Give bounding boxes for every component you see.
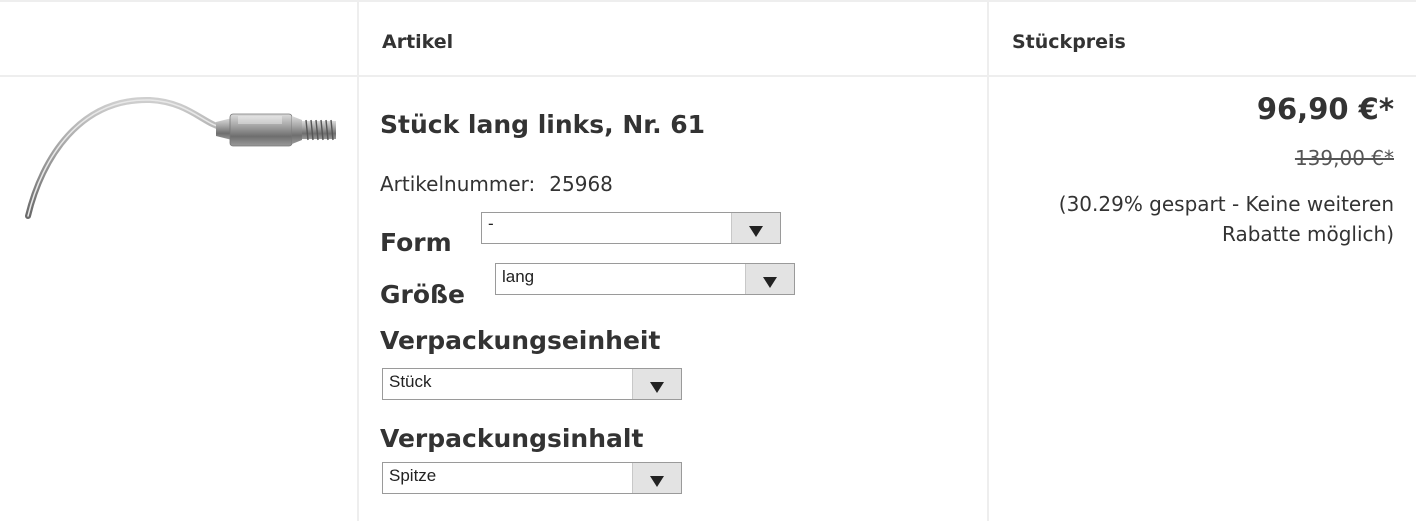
form-select-value: - (488, 214, 494, 233)
form-select[interactable]: - (481, 212, 781, 244)
product-image[interactable] (20, 88, 340, 228)
column-header-stueckpreis: Stückpreis (1012, 31, 1126, 53)
verpackungseinheit-select-value: Stück (389, 372, 432, 391)
groesse-select[interactable]: lang (495, 263, 795, 295)
dropdown-arrow-icon (650, 476, 664, 487)
verpackungseinheit-select[interactable]: Stück (382, 368, 682, 400)
column-divider-2 (987, 0, 989, 521)
verpackungsinhalt-select-value: Spitze (389, 466, 437, 485)
current-price: 96,90 €* (1256, 92, 1394, 126)
groesse-select-value: lang (502, 267, 535, 286)
dropdown-arrow-icon (763, 277, 777, 288)
original-price: 139,00 €* (1294, 146, 1394, 170)
column-header-artikel: Artikel (382, 31, 454, 53)
header-divider (0, 75, 1416, 77)
dropdown-arrow-icon (749, 226, 763, 237)
verpackungseinheit-select-arrow[interactable] (632, 369, 681, 399)
product-title[interactable]: Stück lang links, Nr. 61 (380, 110, 705, 139)
column-divider-1 (357, 0, 359, 521)
article-number-value: 25968 (549, 172, 613, 196)
option-label-verpackungseinheit: Verpackungseinheit (380, 326, 661, 355)
option-label-groesse: Größe (380, 280, 465, 309)
table-top-border (0, 0, 1416, 2)
savings-note: (30.29% gespart - Keine weiteren Rabatte… (1058, 192, 1394, 246)
option-label-form: Form (380, 228, 452, 257)
groesse-select-arrow[interactable] (745, 264, 794, 294)
option-label-verpackungsinhalt: Verpackungsinhalt (380, 424, 644, 453)
dropdown-arrow-icon (650, 382, 664, 393)
article-number-label: Artikelnummer: (380, 172, 536, 196)
article-number-row: Artikelnummer: 25968 (380, 172, 613, 196)
form-select-arrow[interactable] (731, 213, 780, 243)
verpackungsinhalt-select-arrow[interactable] (632, 463, 681, 493)
verpackungsinhalt-select[interactable]: Spitze (382, 462, 682, 494)
